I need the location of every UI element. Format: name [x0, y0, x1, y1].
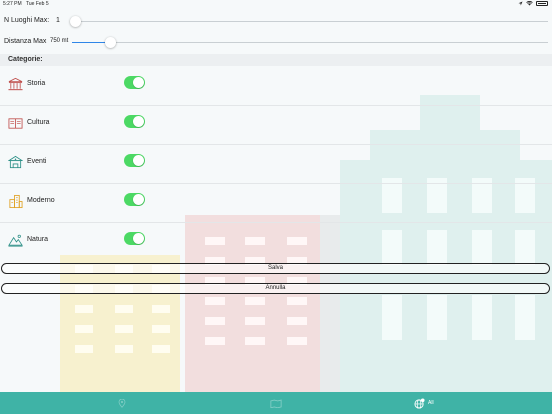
toggle-natura[interactable]	[124, 232, 145, 245]
slider-track	[72, 42, 548, 43]
tab-map[interactable]	[270, 392, 285, 414]
tab-places[interactable]	[118, 392, 129, 414]
columns-building-icon	[8, 77, 23, 91]
toggle-eventi[interactable]	[124, 154, 145, 167]
skyscraper-icon	[9, 194, 23, 209]
toggle-cultura[interactable]	[124, 115, 145, 128]
open-book-icon	[8, 118, 23, 129]
status-bar: 5:27 PM Tue Feb 5	[0, 0, 552, 10]
tab-label: All	[428, 400, 434, 406]
cancel-button[interactable]: Annulla	[1, 283, 550, 294]
map-icon	[270, 399, 282, 408]
category-row-eventi: Eventi	[0, 144, 552, 184]
category-label-cultura: Cultura	[27, 119, 50, 126]
tab-bar: All	[0, 392, 552, 414]
status-indicators	[518, 1, 548, 6]
categories-header-label: Categorie:	[8, 56, 43, 63]
pavilion-icon	[8, 155, 23, 169]
distanza-max-slider[interactable]	[72, 35, 548, 49]
category-label-natura: Natura	[27, 236, 49, 243]
status-time: 5:27 PM	[3, 1, 22, 7]
toggle-moderno[interactable]	[124, 193, 145, 206]
category-label-moderno: Moderno	[27, 197, 55, 204]
categories-header: Categorie:	[0, 54, 552, 66]
save-button[interactable]: Salva	[1, 263, 550, 274]
distanza-max-value: 750 mt	[50, 38, 69, 44]
category-label-storia: Storia	[27, 80, 46, 87]
category-label-eventi: Eventi	[27, 158, 47, 165]
slider-thumb[interactable]	[70, 15, 81, 27]
category-row-moderno: Moderno	[0, 183, 552, 223]
slider-track	[70, 21, 548, 22]
category-row-storia: Storia	[0, 66, 552, 106]
mountain-icon	[8, 234, 23, 247]
luoghi-max-label: N Luoghi Max:	[4, 17, 50, 24]
toggle-knob	[133, 77, 144, 88]
category-row-cultura: Cultura	[0, 105, 552, 145]
battery-icon	[536, 1, 548, 6]
map-pin-icon	[118, 398, 126, 408]
tab-all[interactable]: All	[414, 392, 434, 414]
distanza-max-label: Distanza Max	[4, 38, 47, 45]
location-arrow-icon	[518, 1, 523, 6]
toggle-knob	[133, 233, 144, 244]
luoghi-max-slider[interactable]	[70, 14, 548, 28]
toggle-knob	[133, 116, 144, 127]
wifi-icon	[526, 1, 533, 6]
toggle-knob	[133, 155, 144, 166]
toggle-knob	[133, 194, 144, 205]
globe-settings-icon	[414, 397, 425, 409]
toggle-storia[interactable]	[124, 76, 145, 89]
luoghi-max-value: 1	[56, 17, 60, 24]
status-date: Tue Feb 5	[26, 1, 49, 7]
category-row-natura: Natura	[0, 222, 552, 261]
slider-thumb[interactable]	[105, 36, 116, 48]
